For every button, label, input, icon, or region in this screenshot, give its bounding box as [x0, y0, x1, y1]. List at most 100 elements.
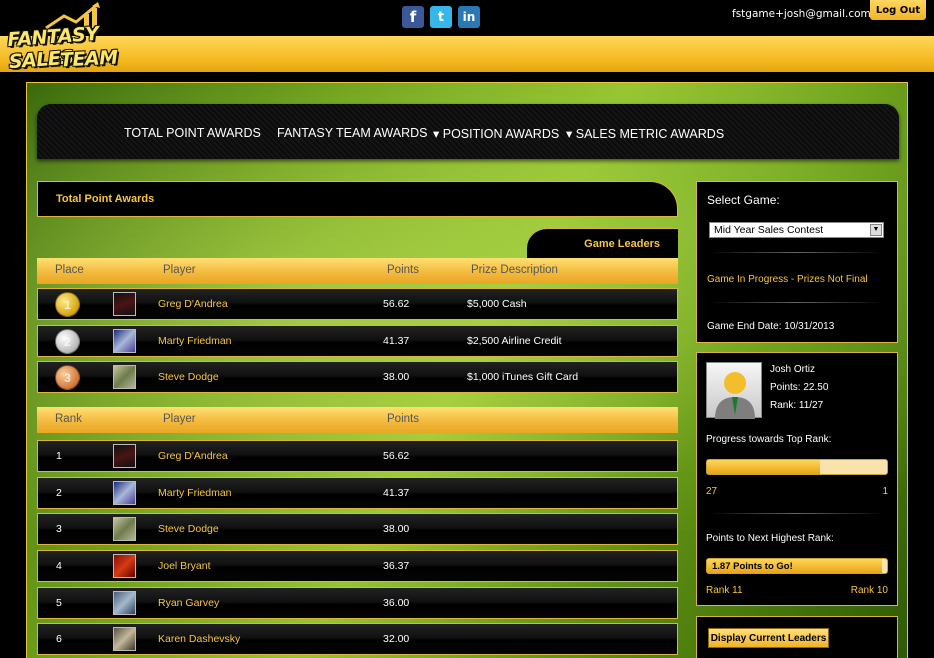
player-name[interactable]: Joel Bryant [158, 560, 211, 572]
table-row[interactable]: 5 Ryan Garvey 36.00 [37, 587, 678, 619]
avatar [113, 554, 136, 578]
next-rank-number-label: Rank 10 [850, 585, 888, 596]
progress-min-label: 27 [706, 486, 718, 497]
progress-label: Progress towards Top Rank: [706, 434, 832, 445]
linkedin-icon[interactable]: in [458, 6, 480, 28]
select-game-label: Select Game: [707, 193, 780, 207]
avatar [113, 444, 136, 468]
player-name[interactable]: Karen Dashevsky [158, 633, 240, 645]
divider [709, 513, 885, 514]
panel-title-bar: Total Point Awards [37, 181, 678, 217]
nav-fantasy-team-awards[interactable]: FANTASY TEAM AWARDS [277, 126, 428, 140]
table-row[interactable]: 3 Steve Dodge 38.00 $1,000 iTunes Gift C… [37, 361, 678, 393]
game-status: Game In Progress - Prizes Not Final [707, 274, 868, 285]
player-points: 56.62 [383, 450, 410, 462]
avatar [113, 329, 136, 353]
leaders-table-header: Place Player Points Prize Description [37, 258, 678, 284]
leaders-button-panel: Display Current Leaders [696, 616, 898, 658]
player-points: 56.62 [383, 298, 410, 310]
display-current-leaders-button[interactable]: Display Current Leaders [708, 628, 829, 648]
current-rank-label: Rank 11 [706, 585, 743, 596]
profile-name: Josh Ortiz [770, 364, 816, 375]
col-prize: Prize Description [471, 264, 558, 276]
rank-number: 5 [56, 597, 62, 609]
silver-medal-icon: 2 [55, 329, 80, 354]
main-nav: TOTAL POINT AWARDS FANTASY TEAM AWARDS ▾… [37, 104, 899, 159]
profile-panel: Josh Ortiz Points: 22.50 Rank: 11/27 Pro… [696, 352, 898, 606]
avatar [706, 362, 762, 419]
table-row[interactable]: 2 Marty Friedman 41.37 [37, 477, 678, 509]
user-silhouette-icon [715, 372, 755, 419]
rank-number: 2 [56, 487, 62, 499]
user-email: fstgame+josh@gmail.com [732, 8, 871, 20]
next-rank-label: Points to Next Highest Rank: [706, 533, 834, 544]
panel-title: Total Point Awards [56, 193, 155, 205]
logo-text-line2: TEAM [59, 46, 119, 72]
nav-total-point-awards[interactable]: TOTAL POINT AWARDS [124, 126, 261, 140]
rank-number: 1 [56, 450, 62, 462]
gold-medal-icon: 1 [55, 292, 80, 317]
col-points: Points [387, 413, 419, 425]
nav-sales-metric-awards[interactable]: ▾ SALES METRIC AWARDS [566, 126, 724, 141]
avatar [113, 365, 136, 389]
player-points: 36.37 [383, 560, 410, 572]
top-rank-progress-fill [707, 460, 821, 474]
avatar [113, 481, 136, 505]
avatar [113, 517, 136, 541]
player-points: 41.37 [383, 335, 410, 347]
logo[interactable]: FANTASY SALES TEAM [6, 2, 156, 74]
col-points: Points [387, 264, 419, 276]
player-points: 32.00 [383, 633, 410, 645]
game-end-date: Game End Date: 10/31/2013 [707, 321, 835, 332]
prize-description: $1,000 iTunes Gift Card [467, 371, 579, 383]
col-player: Player [163, 264, 196, 276]
table-row[interactable]: 4 Joel Bryant 36.37 [37, 550, 678, 582]
nav-position-awards[interactable]: ▾ POSITION AWARDS [433, 126, 559, 141]
bronze-medal-icon: 3 [55, 365, 80, 390]
game-select-panel: Select Game: Mid Year Sales Contest ▼ Ga… [696, 181, 898, 343]
player-name[interactable]: Greg D'Andrea [158, 450, 228, 462]
twitter-icon[interactable]: t [430, 6, 452, 28]
divider [709, 252, 885, 253]
table-row[interactable]: 3 Steve Dodge 38.00 [37, 513, 678, 545]
table-row[interactable]: 1 Greg D'Andrea 56.62 $5,000 Cash [37, 288, 678, 320]
profile-points: Points: 22.50 [770, 382, 829, 393]
progress-max-label: 1 [882, 486, 888, 497]
rank-number: 3 [56, 523, 62, 535]
prize-description: $5,000 Cash [467, 298, 527, 310]
tab-game-leaders[interactable]: Game Leaders [527, 228, 678, 258]
player-points: 38.00 [383, 523, 410, 535]
table-row[interactable]: 1 Greg D'Andrea 56.62 [37, 440, 678, 472]
player-name[interactable]: Steve Dodge [158, 523, 219, 535]
avatar [113, 627, 136, 651]
next-rank-progress-bar: 1.87 Points to Go! [706, 558, 888, 574]
top-rank-progress-bar [706, 459, 888, 475]
rank-table-header: Rank Player Points [37, 407, 678, 433]
logout-button[interactable]: Log Out [870, 0, 926, 20]
chevron-down-icon[interactable]: ▼ [870, 224, 882, 236]
profile-rank: Rank: 11/27 [770, 400, 824, 411]
player-points: 38.00 [383, 371, 410, 383]
player-points: 41.37 [383, 487, 410, 499]
player-name[interactable]: Greg D'Andrea [158, 298, 228, 310]
next-rank-text: 1.87 Points to Go! [712, 561, 793, 572]
divider [709, 302, 885, 303]
player-name[interactable]: Steve Dodge [158, 371, 219, 383]
rank-number: 6 [56, 633, 62, 645]
player-name[interactable]: Marty Friedman [158, 487, 232, 499]
player-points: 36.00 [383, 597, 410, 609]
avatar [113, 292, 136, 316]
player-name[interactable]: Marty Friedman [158, 335, 232, 347]
col-player: Player [163, 413, 196, 425]
tab-game-leaders-label: Game Leaders [584, 238, 660, 250]
table-row[interactable]: 6 Karen Dashevsky 32.00 [37, 623, 678, 655]
game-select[interactable]: Mid Year Sales Contest ▼ [709, 222, 884, 238]
game-select-value: Mid Year Sales Contest [714, 224, 824, 236]
prize-description: $2,500 Airline Credit [467, 335, 562, 347]
facebook-icon[interactable]: f [402, 6, 424, 28]
player-name[interactable]: Ryan Garvey [158, 597, 219, 609]
col-rank: Rank [55, 413, 82, 425]
table-row[interactable]: 2 Marty Friedman 41.37 $2,500 Airline Cr… [37, 325, 678, 357]
avatar [113, 591, 136, 615]
col-place: Place [55, 264, 84, 276]
